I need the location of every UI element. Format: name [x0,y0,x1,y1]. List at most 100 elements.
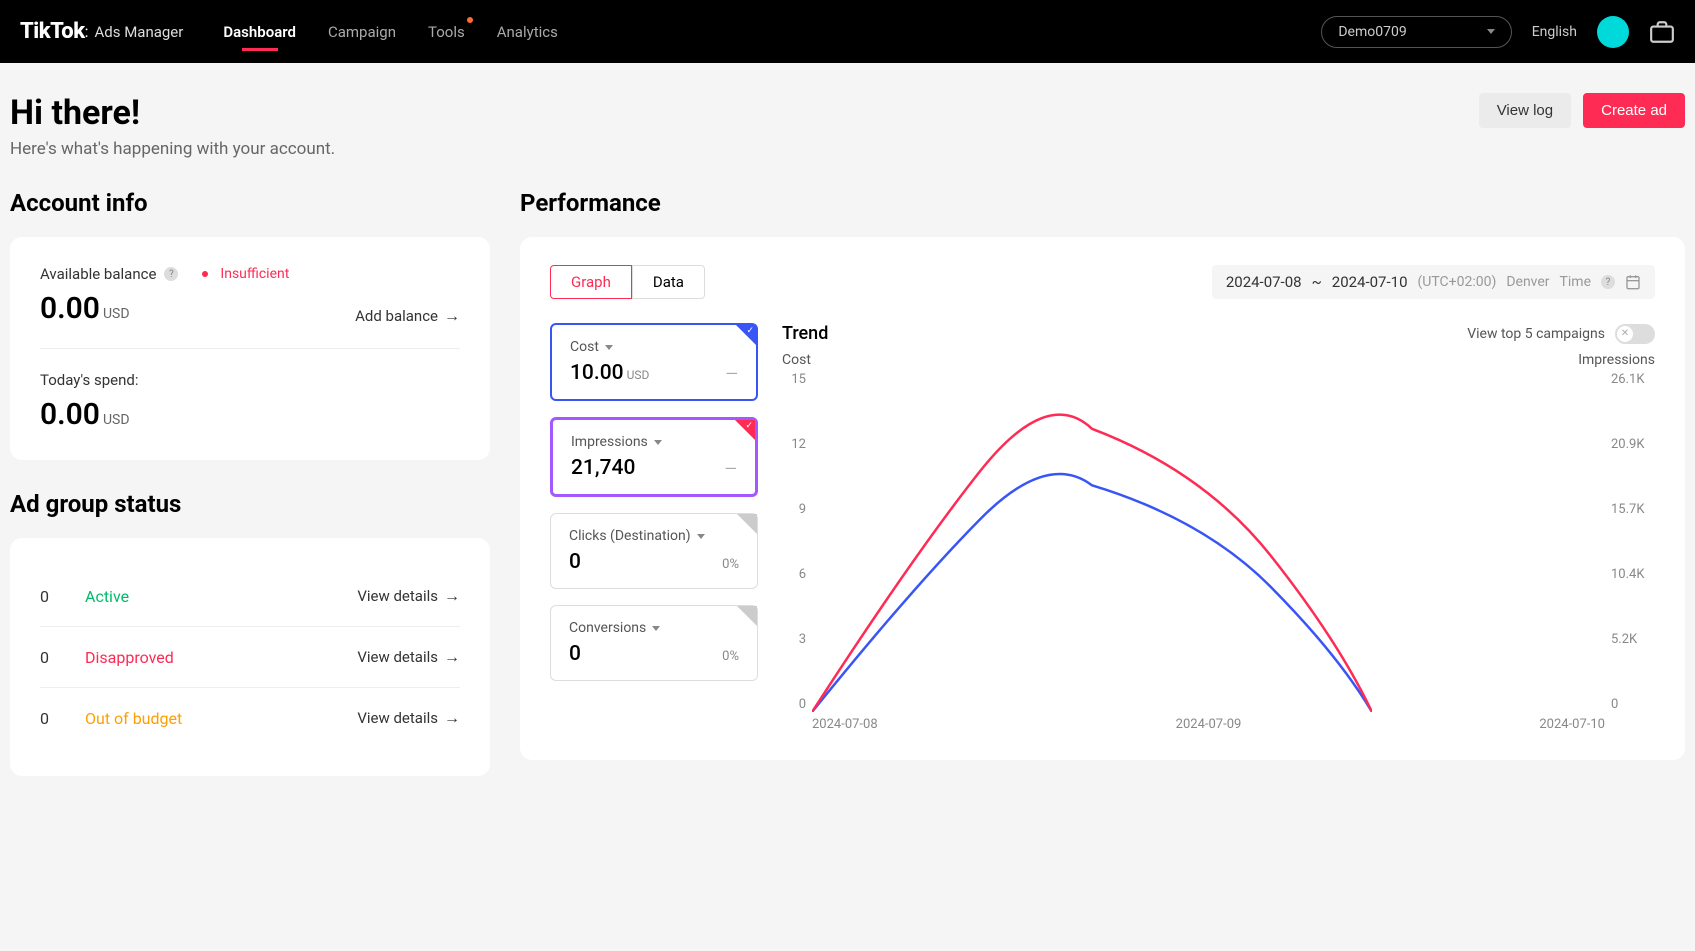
metric-value: 0 [569,642,581,666]
header-actions: View log Create ad [1479,93,1685,128]
view-details-label: View details [357,648,438,666]
y-tick: 0 [1611,697,1655,712]
timezone-offset: (UTC+02:00) [1418,274,1497,290]
y-tick: 9 [782,502,806,517]
metric-label: Cost [570,339,599,355]
chart-line-cost [812,474,1372,712]
spend-currency: USD [103,412,130,428]
status-dot-icon [202,271,208,277]
metric-delta: 0% [722,557,739,572]
balance-status: Insufficient [220,266,289,282]
check-icon: ✓ [746,326,754,336]
metric-delta: — [726,364,739,383]
metric-value: 10.00 [570,361,624,385]
chevron-down-icon [652,626,660,631]
metric-currency: USD [627,368,650,382]
metric-card-conversions[interactable]: Conversions 0 0% [550,605,758,681]
y-tick: 20.9K [1611,437,1655,452]
ad-group-title: Ad group status [10,490,490,518]
chart-canvas [812,372,1372,712]
notification-dot-icon [467,17,473,23]
y-axis-left: 15129630 [782,372,806,712]
info-icon[interactable]: ? [1601,275,1615,289]
trend-column: Trend View top 5 campaigns ✕ Cost Impres… [782,323,1655,732]
arrow-right-icon: → [444,647,460,667]
brand-logo: TikTok [20,19,85,44]
account-info-title: Account info [10,189,490,217]
nav-analytics[interactable]: Analytics [497,3,558,61]
status-row: 0 Disapproved View details → [40,627,460,688]
y-tick: 6 [782,567,806,582]
y-tick: 5.2K [1611,632,1655,647]
y-tick: 10.4K [1611,567,1655,582]
account-info-card: Available balance ? Insufficient 0.00USD… [10,237,490,460]
metric-card-clicks[interactable]: Clicks (Destination) 0 0% [550,513,758,589]
metric-card-impressions[interactable]: ✓ Impressions 21,740 — [550,417,758,497]
arrow-right-icon: → [444,586,460,606]
trend-chart: 15129630 26.1K20.9K15.7K10.4K5.2K0 2024-… [782,372,1655,732]
date-to: 2024-07-10 [1332,273,1408,291]
corner-icon [737,514,757,534]
page-header: Hi there! Here's what's happening with y… [10,93,1685,159]
nav-campaign[interactable]: Campaign [328,3,396,61]
x-tick: 2024-07-09 [1176,717,1242,732]
account-selector[interactable]: Demo0709 [1321,16,1511,48]
arrow-right-icon: → [444,708,460,728]
view-details-label: View details [357,587,438,605]
info-icon[interactable]: ? [164,267,178,281]
ad-group-card: 0 Active View details → 0 Disapproved Vi… [10,538,490,776]
status-row: 0 Active View details → [40,566,460,627]
nav-dashboard[interactable]: Dashboard [223,3,296,61]
status-count: 0 [40,587,49,606]
spend-amount: 0.00 [40,397,100,432]
toggle-label: View top 5 campaigns [1467,326,1605,342]
y-tick: 0 [782,697,806,712]
status-row: 0 Out of budget View details → [40,688,460,748]
view-log-button[interactable]: View log [1479,93,1571,128]
available-balance-label: Available balance [40,265,156,283]
status-count: 0 [40,709,49,728]
status-label: Disapproved [85,648,174,667]
metric-delta: 0% [722,649,739,664]
briefcase-icon[interactable] [1649,19,1675,45]
status-count: 0 [40,648,49,667]
y-tick: 3 [782,632,806,647]
tab-data[interactable]: Data [632,265,705,299]
chevron-down-icon [697,534,705,539]
view-details-label: View details [357,709,438,727]
top-campaigns-toggle[interactable]: ✕ [1615,324,1655,344]
date-range-picker[interactable]: 2024-07-08 ~ 2024-07-10 (UTC+02:00) Denv… [1212,265,1655,299]
balance-currency: USD [103,306,130,322]
brand-sub: Ads Manager [94,23,183,41]
chevron-down-icon [605,345,613,350]
colon: : [85,22,89,41]
view-details-link[interactable]: View details → [357,647,460,667]
trend-title: Trend [782,323,828,344]
tab-graph[interactable]: Graph [550,265,632,299]
toggle-knob-icon: ✕ [1617,326,1633,342]
view-details-link[interactable]: View details → [357,708,460,728]
corner-icon [737,606,757,626]
chevron-down-icon [654,440,662,445]
left-axis-label: Cost [782,352,811,368]
view-details-link[interactable]: View details → [357,586,460,606]
avatar[interactable] [1597,16,1629,48]
balance-amount: 0.00 [40,291,100,326]
page-subtitle: Here's what's happening with your accoun… [10,139,335,159]
date-from: 2024-07-08 [1226,273,1302,291]
nav-tools[interactable]: Tools [428,3,465,61]
metric-delta: — [725,459,738,478]
right-axis-label: Impressions [1578,352,1655,368]
language-selector[interactable]: English [1532,24,1577,40]
create-ad-button[interactable]: Create ad [1583,93,1685,128]
check-icon: ✓ [745,421,753,431]
arrow-right-icon: → [444,306,460,326]
metric-value: 21,740 [571,456,635,480]
x-tick: 2024-07-08 [812,717,878,732]
metric-card-cost[interactable]: ✓ Cost 10.00USD — [550,323,758,401]
status-label: Out of budget [85,709,182,728]
add-balance-link[interactable]: Add balance → [355,306,460,326]
today-spend-label: Today's spend: [40,371,460,389]
y-tick: 15 [782,372,806,387]
x-tick: 2024-07-10 [1539,717,1605,732]
